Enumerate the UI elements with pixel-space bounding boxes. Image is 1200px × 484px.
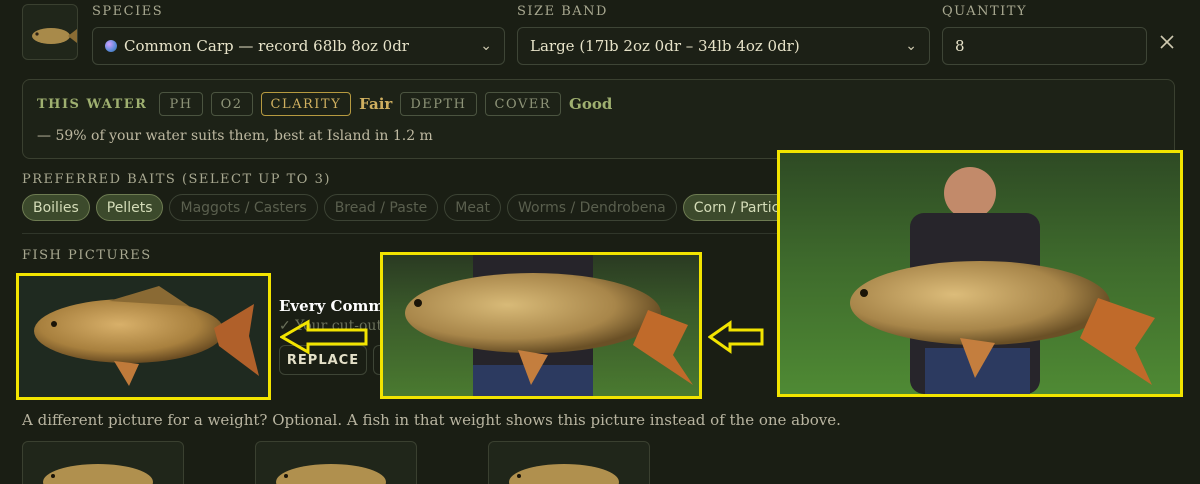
arrow-left-icon-2	[707, 320, 766, 354]
carp-icon	[32, 28, 77, 44]
cover-rating: Good	[569, 95, 613, 113]
remove-button[interactable]	[1157, 30, 1177, 54]
gem-icon	[105, 40, 117, 52]
close-icon	[1160, 35, 1174, 49]
weight-note: A different picture for a weight? Option…	[22, 411, 841, 429]
species-value: Common Carp — record 68lb 8oz 0dr	[124, 37, 409, 55]
size-band-value: Large (17lb 2oz 0dr – 34lb 4oz 0dr)	[530, 37, 800, 55]
bait-pellets[interactable]: Pellets	[95, 194, 164, 221]
baits-label: PREFERRED BAITS (SELECT UP TO 3)	[22, 172, 331, 187]
weight-picture-slot[interactable]	[22, 441, 184, 484]
weight-picture-slot[interactable]	[488, 441, 650, 484]
tag-cover: COVER	[484, 92, 562, 116]
chevron-down-icon: ⌄	[905, 38, 917, 54]
bait-meat[interactable]: Meat	[444, 194, 501, 221]
carp-thumbnail-image	[43, 464, 153, 484]
held-carp-photo	[405, 255, 693, 396]
quantity-value: 8	[955, 37, 965, 55]
divider	[22, 233, 782, 234]
carp-thumbnail-image	[509, 464, 619, 484]
water-summary: — 59% of your water suits them, best at …	[37, 128, 433, 144]
chevron-down-icon: ⌄	[480, 38, 492, 54]
bait-worms[interactable]: Worms / Dendrobena	[507, 194, 677, 221]
original-fish-photo	[777, 150, 1183, 397]
size-band-select[interactable]: Large (17lb 2oz 0dr – 34lb 4oz 0dr) ⌄	[517, 27, 930, 65]
tag-ph: PH	[159, 92, 203, 116]
tag-o2: O2	[210, 92, 253, 116]
carp-thumbnail-image	[276, 464, 386, 484]
tag-clarity: CLARITY	[260, 92, 352, 116]
quantity-input[interactable]: 8	[942, 27, 1147, 65]
tag-depth: DEPTH	[400, 92, 477, 116]
this-water-panel: THIS WATER PH O2 CLARITY Fair DEPTH COVE…	[22, 79, 1175, 159]
bait-corn[interactable]: Corn / Particle	[682, 194, 782, 221]
weight-picture-slot[interactable]	[255, 441, 417, 484]
cropped-fish-photo	[380, 252, 702, 399]
arrow-left-icon	[278, 319, 370, 355]
this-water-label: THIS WATER	[37, 96, 148, 112]
angler-holding-carp-photo	[850, 167, 1155, 394]
pictures-label: FISH PICTURES	[22, 248, 152, 263]
main-fish-picture[interactable]	[16, 273, 271, 400]
species-thumbnail	[22, 4, 78, 60]
species-select[interactable]: Common Carp — record 68lb 8oz 0dr ⌄	[92, 27, 505, 65]
quantity-label: QUANTITY	[942, 4, 1028, 19]
size-band-label: SIZE BAND	[517, 4, 608, 19]
bait-maggots[interactable]: Maggots / Casters	[169, 194, 318, 221]
bait-boilies[interactable]: Boilies	[22, 194, 90, 221]
species-label: SPECIES	[92, 4, 164, 19]
carp-cutout-image	[34, 286, 259, 386]
clarity-rating: Fair	[359, 95, 393, 113]
bait-list: Boilies Pellets Maggots / Casters Bread …	[22, 194, 782, 221]
bait-bread[interactable]: Bread / Paste	[323, 194, 439, 221]
